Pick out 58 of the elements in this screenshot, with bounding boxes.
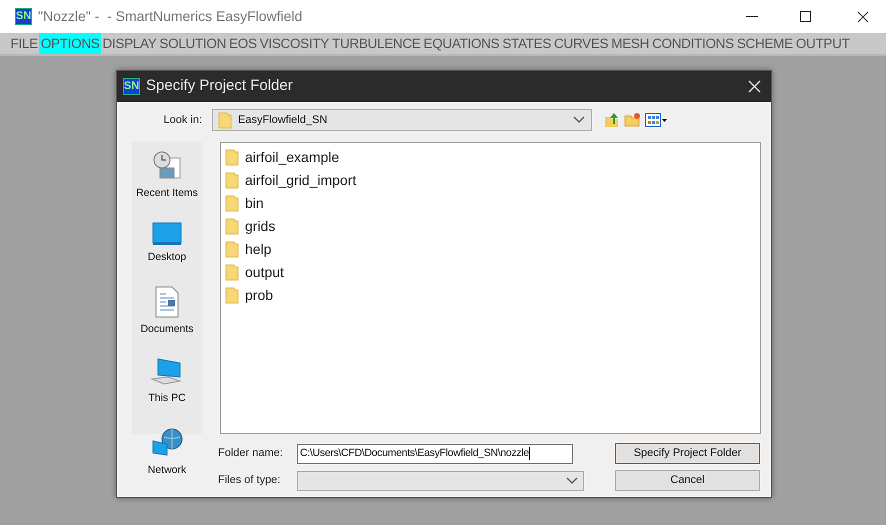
menu-item[interactable]: SCHEME <box>735 33 794 54</box>
menu-item[interactable]: MESH <box>610 33 651 54</box>
folder-item[interactable]: grids <box>225 215 760 238</box>
menu-item[interactable]: OUTPUT <box>794 33 852 54</box>
minimize-icon[interactable] <box>746 16 758 18</box>
dropdown-chevron-icon <box>573 116 585 124</box>
folder-name-label: Folder name: <box>218 446 284 462</box>
desktop-icon <box>152 222 182 246</box>
menu-item[interactable]: EOS <box>228 33 258 54</box>
folder-icon <box>225 218 239 235</box>
new-folder-icon[interactable] <box>624 113 641 127</box>
menu-item[interactable]: TURBULENCE <box>330 33 422 54</box>
up-folder-icon[interactable] <box>604 112 620 128</box>
grid-view-icon <box>645 113 661 127</box>
maximize-icon[interactable] <box>800 11 811 22</box>
place-item[interactable]: This PC <box>132 357 202 407</box>
place-item[interactable]: Network <box>132 427 202 479</box>
place-item[interactable]: Recent Items <box>132 150 202 202</box>
folder-name-field[interactable]: C:\Users\CFD\Documents\EasyFlowfield_SN\nozzle <box>297 444 573 464</box>
files-of-type-label: Files of type: <box>218 473 282 488</box>
close-icon[interactable] <box>857 10 869 22</box>
place-item[interactable]: Desktop <box>132 222 202 266</box>
document-icon <box>154 286 180 318</box>
folder-item[interactable]: bin <box>225 192 760 215</box>
folder-icon <box>225 264 239 281</box>
folder-item[interactable]: help <box>225 238 760 261</box>
place-item[interactable]: Documents <box>132 286 202 338</box>
folder-item[interactable]: airfoil_grid_import <box>225 169 760 192</box>
menu-item[interactable]: CURVES <box>552 33 610 54</box>
app-logo: SN <box>15 8 32 25</box>
menu-item[interactable]: DISPLAY <box>100 33 158 54</box>
caret-icon <box>662 118 667 122</box>
folder-item[interactable]: airfoil_example <box>225 146 760 169</box>
menu-item[interactable]: SOLUTION <box>158 33 228 54</box>
folder-icon <box>225 172 239 189</box>
menu-item[interactable]: STATES <box>500 33 553 54</box>
folder-icon <box>225 149 239 166</box>
dialog-button[interactable]: Cancel <box>615 470 760 491</box>
dropdown-chevron-icon <box>566 476 578 484</box>
dialog-logo: SN <box>123 78 140 95</box>
menu-item[interactable]: OPTIONS <box>39 33 101 54</box>
folder-icon <box>225 287 239 304</box>
folder-item[interactable]: prob <box>225 284 760 307</box>
dialog-button[interactable]: Specify Project Folder <box>615 443 760 464</box>
view-menu-button[interactable] <box>645 113 667 127</box>
menu-item[interactable]: CONDITIONS <box>650 33 736 54</box>
folder-item[interactable]: output <box>225 261 760 284</box>
window-title: "Nozzle" - - SmartNumerics EasyFlowfield <box>38 7 302 26</box>
menu-item[interactable]: VISCOSITY <box>258 33 330 54</box>
computer-icon <box>150 357 184 388</box>
dialog-title: Specify Project Folder <box>146 76 293 96</box>
folder-icon <box>225 241 239 258</box>
look-in-dropdown[interactable]: EasyFlowfield_SN <box>212 109 592 131</box>
folder-icon <box>218 112 232 128</box>
folder-icon <box>225 195 239 212</box>
menu-item[interactable]: EQUATIONS <box>422 33 501 54</box>
look-in-label: Look in: <box>162 112 203 128</box>
menu-item[interactable]: FILE <box>9 33 40 54</box>
